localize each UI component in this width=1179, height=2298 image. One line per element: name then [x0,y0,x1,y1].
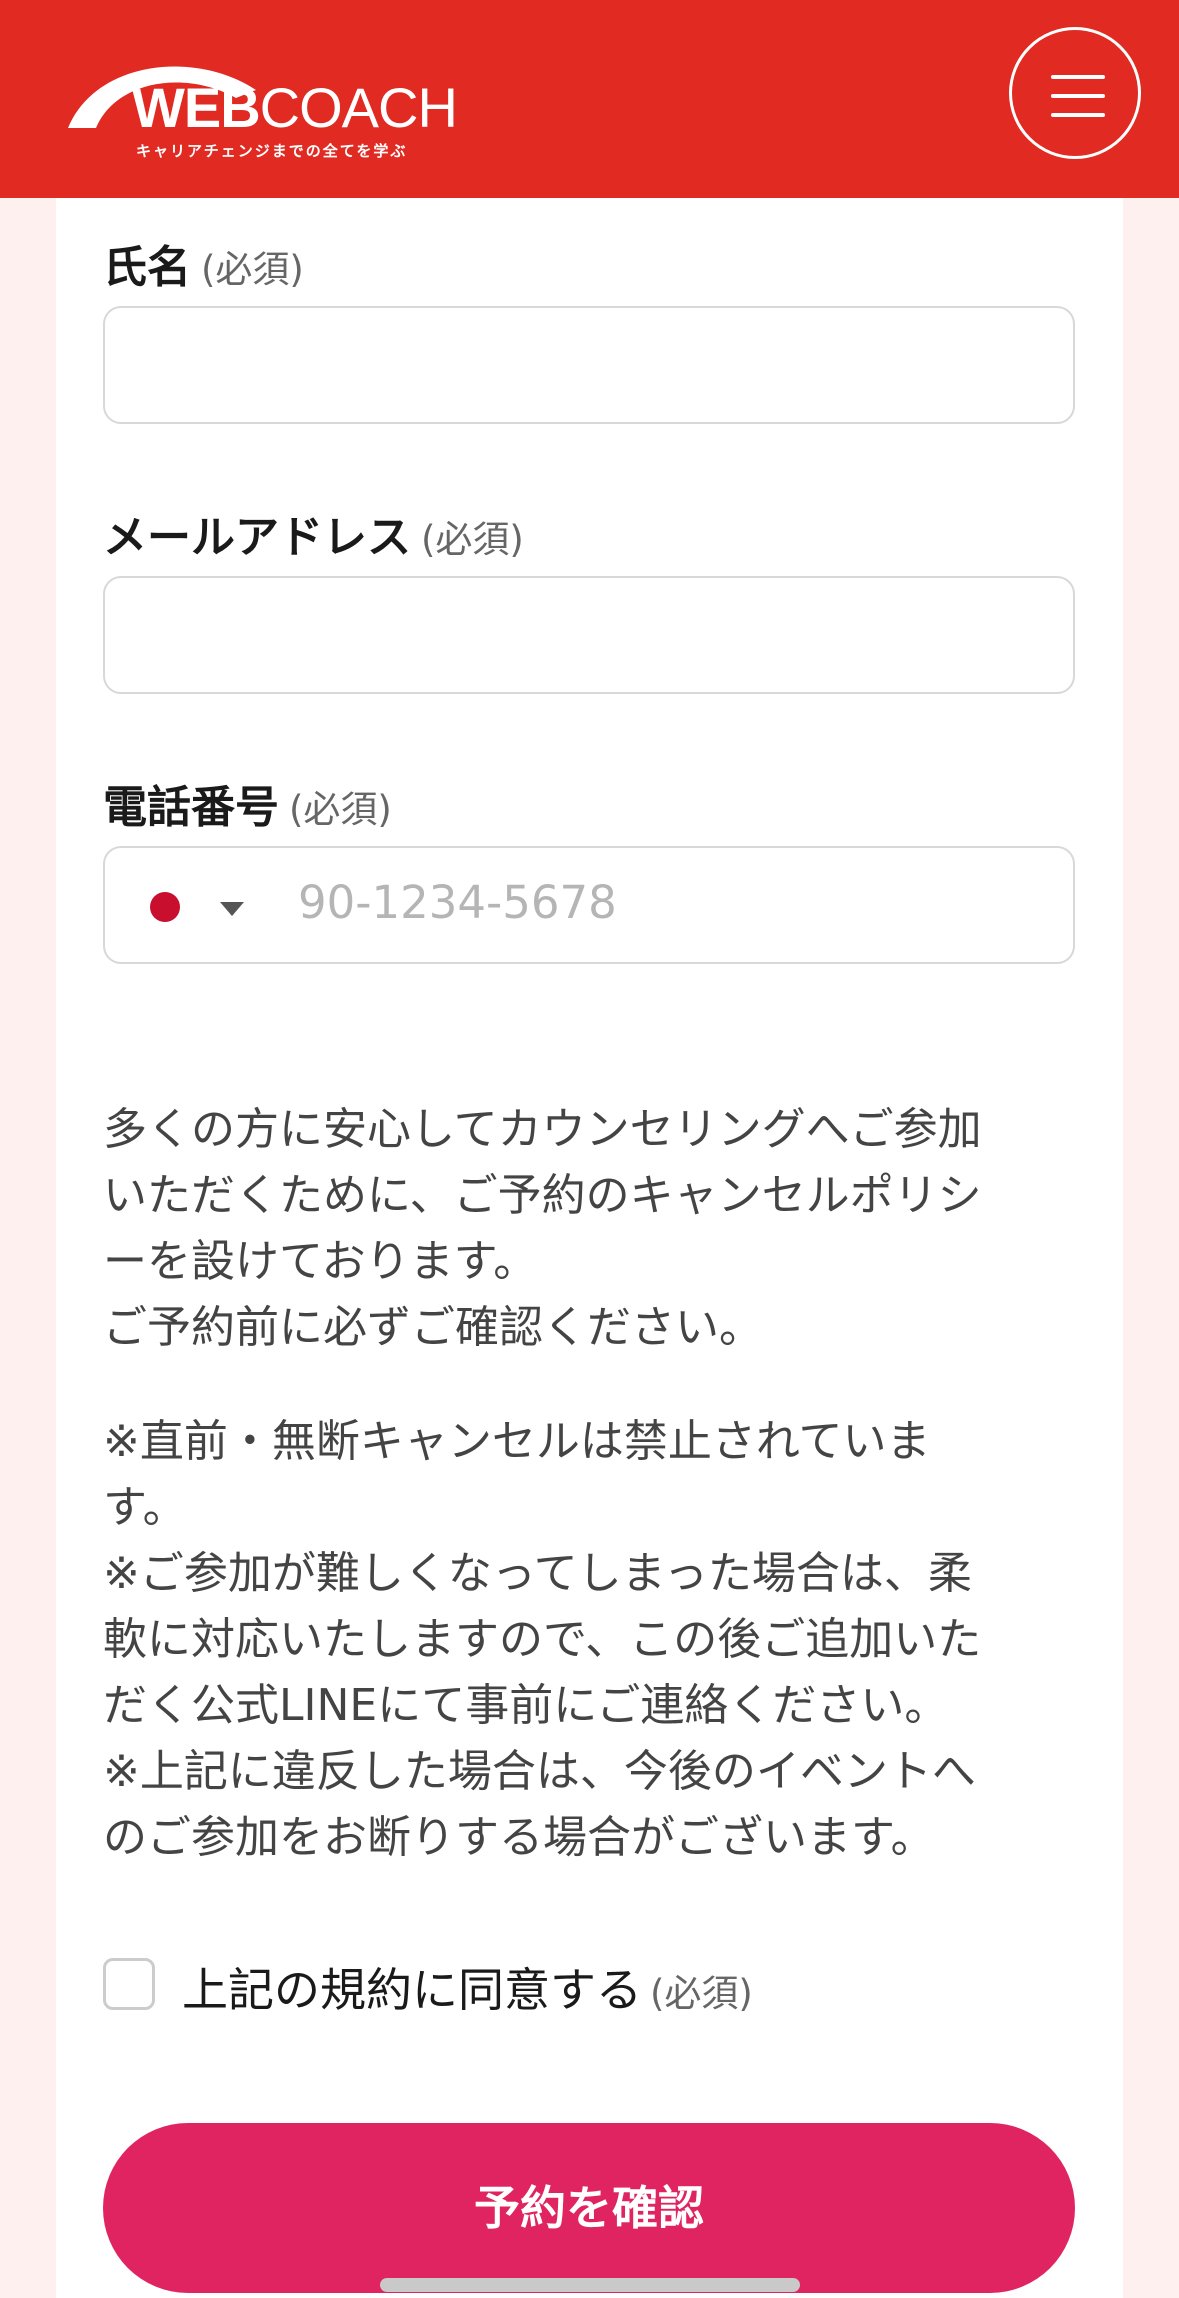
name-label: 氏名 (必須) [103,231,304,295]
phone-label: 電話番号 (必須) [103,771,392,835]
confirm-reservation-button[interactable]: 予約を確認 [103,2123,1075,2293]
menu-bar-icon [1051,75,1105,79]
policy-intro: 多くの方に安心してカウンセリングへご参加 いただくために、ご予約のキャンセルポリ… [103,1097,1075,1361]
policy-note-line: ※上記に違反した場合は、今後のイベントへ [103,1746,976,1797]
logo-tagline: キャリアチェンジまでの全てを学ぶ [136,142,408,160]
hamburger-menu-button[interactable] [1009,27,1141,159]
logo-coach: COACH [259,76,458,139]
japan-flag-icon [150,892,180,922]
name-label-text: 氏名 [103,242,191,293]
policy-note-line: のご参加をお断りする場合がございます。 [103,1812,935,1863]
required-marker: (必須) [421,518,524,561]
policy-note-line: ※ご参加が難しくなってしまった場合は、柔 [103,1548,972,1599]
menu-bar-icon [1051,113,1105,117]
email-input[interactable] [103,576,1075,694]
policy-intro-line: いただくために、ご予約のキャンセルポリシ [103,1170,982,1221]
policy-intro-line: ご予約前に必ずご確認ください。 [103,1302,763,1353]
agree-checkbox[interactable] [103,1958,155,2010]
phone-placeholder: 90-1234-5678 [298,876,617,929]
policy-notes: ※直前・無断キャンセルは禁止されていま す。 ※ご参加が難しくなってしまった場合… [103,1409,1075,1871]
home-indicator [380,2278,800,2292]
menu-bar-icon [1051,94,1105,98]
phone-label-text: 電話番号 [103,782,279,833]
policy-note-line: だく公式LINEにて事前にご連絡ください。 [103,1680,949,1731]
policy-note-line: 軟に対応いたしますので、この後ご追加いた [103,1614,982,1665]
logo-web: WEB [132,76,261,139]
required-marker: (必須) [289,788,392,831]
name-input[interactable] [103,306,1075,424]
policy-intro-line: ーを設けております。 [103,1236,538,1287]
webcoach-logo[interactable]: WEBCOACH キャリアチェンジまでの全てを学ぶ [66,40,466,160]
policy-intro-line: 多くの方に安心してカウンセリングへご参加 [103,1104,982,1155]
required-marker: (必須) [201,248,304,291]
logo-wordmark: WEBCOACH [132,80,458,136]
required-marker: (必須) [650,1972,753,2015]
chevron-down-icon [220,902,244,916]
policy-note-line: す。 [103,1482,187,1533]
site-header: WEBCOACH キャリアチェンジまでの全てを学ぶ [0,0,1179,198]
agree-label[interactable]: 上記の規約に同意する (必須) [182,1954,753,2020]
agree-label-text: 上記の規約に同意する [182,1963,642,2017]
email-label: メールアドレス (必須) [103,501,524,565]
phone-input[interactable]: 90-1234-5678 [103,846,1075,964]
email-label-text: メールアドレス [103,512,411,563]
policy-note-line: ※直前・無断キャンセルは禁止されていま [103,1416,931,1467]
